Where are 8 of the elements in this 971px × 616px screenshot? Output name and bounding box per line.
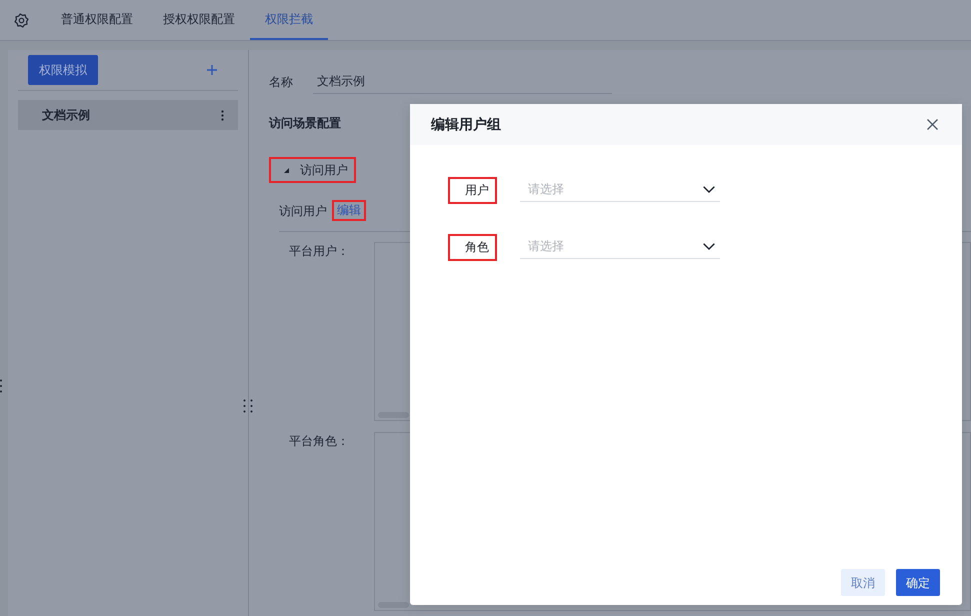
section-title: 访问场景配置 — [269, 115, 341, 132]
list-label: 平台用户： — [289, 243, 349, 260]
list-label: 平台角色： — [289, 433, 349, 450]
name-label: 名称 — [269, 74, 293, 91]
field-label: 角色 — [448, 234, 497, 261]
field-label: 访问用户 — [279, 202, 327, 220]
dialog-title: 编辑用户组 — [431, 115, 501, 134]
field-label: 用户 — [448, 177, 497, 204]
